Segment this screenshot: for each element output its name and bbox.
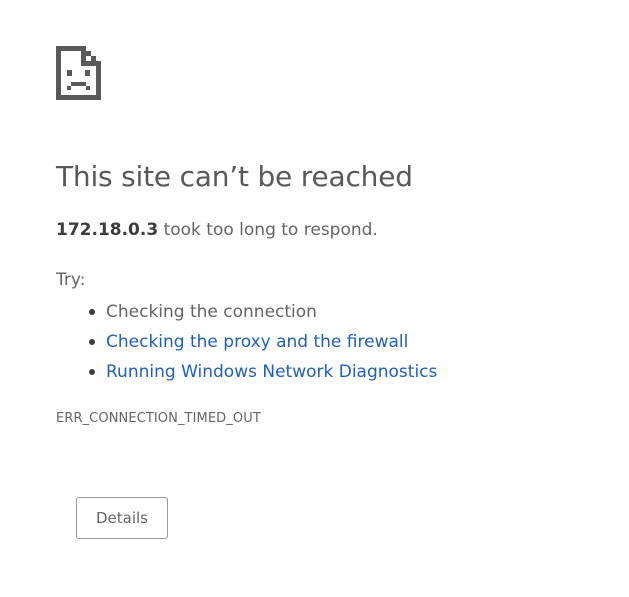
suggestion-item: Checking the connection	[88, 297, 437, 327]
suggestion-item: Running Windows Network Diagnostics	[88, 357, 437, 387]
suggestion-check-proxy-link[interactable]: Checking the proxy and the firewall	[106, 332, 408, 352]
page-title: This site can’t be reached	[56, 160, 413, 193]
error-summary: 172.18.0.3 took too long to respond.	[56, 220, 378, 240]
details-button[interactable]: Details	[76, 497, 168, 539]
error-code: ERR_CONNECTION_TIMED_OUT	[56, 411, 261, 426]
error-page: This site can’t be reached 172.18.0.3 to…	[0, 0, 629, 597]
try-label: Try:	[56, 270, 86, 290]
host-address: 172.18.0.3	[56, 220, 159, 240]
suggestion-check-connection: Checking the connection	[106, 302, 317, 322]
suggestions-list: Checking the connection Checking the pro…	[56, 297, 437, 387]
suggestion-item: Checking the proxy and the firewall	[88, 327, 437, 357]
sad-page-icon	[56, 46, 101, 100]
error-message: took too long to respond.	[158, 220, 378, 240]
suggestion-network-diagnostics-link[interactable]: Running Windows Network Diagnostics	[106, 362, 437, 382]
